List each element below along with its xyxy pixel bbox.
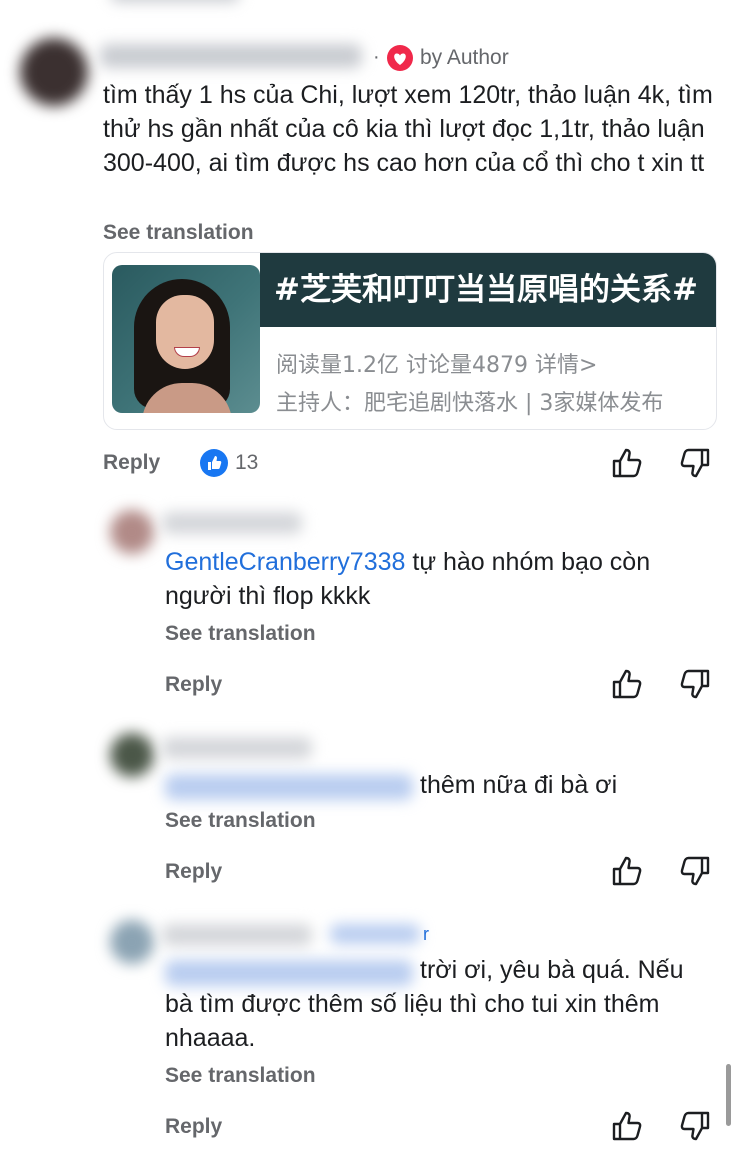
reply-text: GentleCranberry7338 tự hào nhóm bạo còn …: [165, 545, 705, 613]
topic-card[interactable]: #芝芙和叮叮当当原唱的关系# 阅读量1.2亿 讨论量4879 详情> 主持人：肥…: [103, 252, 717, 430]
downvote-icon[interactable]: [680, 0, 710, 6]
reply-text: thêm nữa đi bà ơi: [420, 771, 618, 799]
upvote-icon[interactable]: [610, 854, 644, 888]
reply-button[interactable]: Reply: [165, 860, 222, 884]
reply-button[interactable]: Reply: [165, 1115, 222, 1139]
reply-text: bà tìm được thêm số liệu thì cho tui xin…: [165, 990, 660, 1052]
upvote-icon[interactable]: [612, 0, 642, 6]
downvote-icon[interactable]: [678, 667, 712, 701]
see-translation-link[interactable]: See translation: [165, 1064, 316, 1088]
author-badge-blurred: [330, 924, 420, 944]
reply-button[interactable]: Reply: [165, 673, 222, 697]
reply-text-line1: trời ơi, yêu bà quá. Nếu: [420, 956, 684, 984]
comment-text: tìm thấy 1 hs của Chi, lượt xem 120tr, t…: [103, 81, 713, 177]
upvote-icon[interactable]: [610, 446, 644, 480]
reply-author-name[interactable]: [162, 924, 312, 946]
mention-link[interactable]: GentleCranberry7338: [165, 548, 405, 576]
like-badge-icon: [200, 449, 228, 477]
downvote-icon[interactable]: [678, 854, 712, 888]
see-translation-link[interactable]: See translation: [103, 221, 254, 245]
reply-button[interactable]: Reply: [103, 451, 160, 475]
mention-link[interactable]: [165, 774, 413, 800]
mention-link[interactable]: [165, 960, 413, 986]
reply-avatar[interactable]: [110, 920, 154, 964]
upvote-icon[interactable]: [610, 1109, 644, 1143]
author-badge: by Author: [420, 46, 509, 69]
reply-author-name[interactable]: [162, 512, 302, 534]
card-image: [112, 265, 260, 413]
see-translation-link[interactable]: See translation: [165, 622, 316, 646]
scrollbar-thumb[interactable]: [726, 1064, 731, 1126]
separator-dot: ·: [373, 46, 380, 68]
card-title: #芝芙和叮叮当当原唱的关系#: [260, 253, 716, 327]
reply-avatar[interactable]: [110, 510, 154, 554]
reply-avatar[interactable]: [110, 733, 154, 777]
username-top: [110, 0, 240, 2]
card-stats: 阅读量1.2亿 讨论量4879 详情>: [276, 353, 598, 378]
portrait-face: [156, 295, 214, 369]
heart-icon: [387, 45, 413, 71]
see-translation-link[interactable]: See translation: [165, 809, 316, 833]
card-host: 主持人：肥宅追剧快落水 | 3家媒体发布: [276, 391, 664, 416]
badge-tail: r: [423, 924, 429, 944]
downvote-icon[interactable]: [678, 1109, 712, 1143]
downvote-icon[interactable]: [678, 446, 712, 480]
upvote-icon[interactable]: [610, 667, 644, 701]
reply-author-name[interactable]: [162, 737, 312, 759]
comment-author-name[interactable]: [100, 44, 362, 68]
avatar[interactable]: [20, 38, 88, 106]
like-count: 13: [235, 451, 259, 474]
